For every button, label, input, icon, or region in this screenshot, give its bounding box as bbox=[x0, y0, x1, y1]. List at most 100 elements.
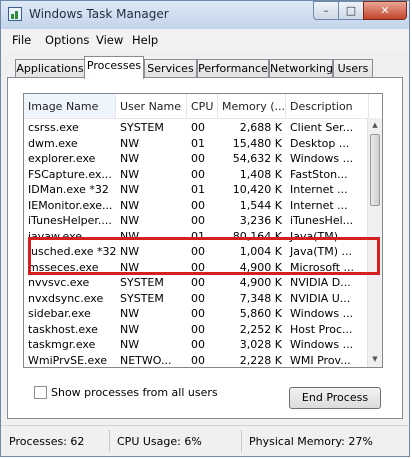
task-manager-icon bbox=[8, 7, 22, 21]
minimize-button[interactable]: – bbox=[313, 1, 339, 20]
process-list[interactable]: Image Name User Name CPU Memory (... Des… bbox=[23, 93, 383, 368]
tab-processes[interactable]: Processes bbox=[84, 56, 144, 79]
tab-applications[interactable]: Applications bbox=[15, 59, 85, 78]
column-description[interactable]: Description bbox=[286, 94, 369, 118]
cell-desc: FastSton... bbox=[290, 167, 348, 181]
close-button[interactable]: ✕ bbox=[363, 1, 407, 20]
cell-user: SYSTEM bbox=[120, 291, 164, 305]
scroll-thumb[interactable] bbox=[370, 134, 380, 206]
table-row[interactable]: iTunesHelper.... NW 00 3,236 K iTunesHel... bbox=[24, 213, 369, 229]
window-title: Windows Task Manager bbox=[29, 7, 169, 21]
status-memory: Physical Memory: 27% bbox=[249, 435, 373, 448]
menu-help[interactable]: Help bbox=[132, 33, 158, 47]
menu-view[interactable]: View bbox=[96, 33, 123, 47]
column-memory[interactable]: Memory (... bbox=[218, 94, 286, 118]
cell-desc: Desktop ... bbox=[290, 136, 350, 150]
cell-cpu: 00 bbox=[191, 214, 205, 227]
table-row[interactable]: IDMan.exe *32 NW 01 10,420 K Internet ... bbox=[24, 182, 369, 198]
cell-user: SYSTEM bbox=[120, 121, 164, 134]
maximize-button[interactable]: □ bbox=[338, 1, 364, 20]
cell-cpu: 00 bbox=[191, 260, 205, 274]
cell-mem: 2,252 K bbox=[239, 322, 282, 336]
cell-cpu: 00 bbox=[191, 338, 205, 351]
cell-user: NW bbox=[120, 214, 140, 227]
status-separator bbox=[109, 430, 110, 452]
cell-desc: Microsoft ... bbox=[290, 260, 355, 274]
cell-name: iTunesHelper.... bbox=[28, 214, 112, 227]
cell-user: NETWO... bbox=[120, 353, 172, 367]
cell-user: NW bbox=[120, 167, 140, 181]
cell-mem: 10,420 K bbox=[232, 183, 282, 196]
cell-cpu: 00 bbox=[191, 167, 205, 181]
menu-options[interactable]: Options bbox=[45, 33, 89, 47]
scroll-up-icon[interactable]: ▲ bbox=[368, 118, 382, 133]
table-row[interactable]: taskhost.exe NW 00 2,252 K Host Proc... bbox=[24, 322, 369, 338]
cell-name: jusched.exe *32 bbox=[28, 245, 116, 258]
table-row[interactable]: csrss.exe SYSTEM 00 2,688 K Client Ser... bbox=[24, 120, 369, 136]
cell-desc: Windows ... bbox=[290, 152, 354, 165]
cell-desc: iTunesHel... bbox=[290, 214, 354, 227]
cell-mem: 4,900 K bbox=[239, 276, 282, 289]
cell-user: NW bbox=[120, 322, 140, 336]
cell-mem: 54,632 K bbox=[232, 152, 282, 165]
cell-desc: Java(TM) ... bbox=[290, 229, 353, 243]
column-image-name[interactable]: Image Name bbox=[24, 94, 116, 118]
status-bar: Processes: 62 CPU Usage: 6% Physical Mem… bbox=[1, 425, 409, 456]
table-row[interactable]: WmiPrvSE.exe NETWO... 00 2,228 K WMI Prov... bbox=[24, 353, 369, 368]
cell-mem: 3,028 K bbox=[239, 338, 282, 351]
table-row[interactable]: FSCapture.ex... NW 00 1,408 K FastSton... bbox=[24, 167, 369, 183]
cell-desc: NVIDIA D... bbox=[290, 276, 351, 289]
table-row[interactable]: dwm.exe NW 01 15,480 K Desktop ... bbox=[24, 136, 369, 152]
cell-cpu: 00 bbox=[191, 152, 205, 165]
cell-desc: Windows ... bbox=[290, 307, 354, 320]
client-area: Applications Processes Services Performa… bbox=[1, 51, 409, 425]
table-row[interactable]: sidebar.exe NW 00 5,860 K Windows ... bbox=[24, 306, 369, 322]
table-row[interactable]: nvxdsync.exe SYSTEM 00 7,348 K NVIDIA U... bbox=[24, 291, 369, 307]
cell-user: NW bbox=[120, 183, 140, 196]
cell-name: dwm.exe bbox=[28, 136, 78, 150]
cell-mem: 2,228 K bbox=[239, 353, 282, 367]
cell-mem: 1,004 K bbox=[239, 245, 282, 258]
table-row[interactable]: jusched.exe *32 NW 00 1,004 K Java(TM) ... bbox=[24, 244, 369, 260]
cell-desc: Windows ... bbox=[290, 338, 354, 351]
column-user-name[interactable]: User Name bbox=[116, 94, 187, 118]
show-all-checkbox[interactable] bbox=[34, 386, 47, 399]
cell-mem: 3,236 K bbox=[239, 214, 282, 227]
table-row[interactable]: msseces.exe NW 00 4,900 K Microsoft ... bbox=[24, 260, 369, 276]
cell-name: sidebar.exe bbox=[28, 307, 91, 320]
tab-services[interactable]: Services bbox=[144, 59, 197, 78]
column-cpu[interactable]: CPU bbox=[187, 94, 218, 118]
menu-file[interactable]: File bbox=[12, 33, 31, 47]
cell-user: NW bbox=[120, 198, 140, 212]
table-row[interactable]: nvvsvc.exe SYSTEM 00 4,900 K NVIDIA D... bbox=[24, 275, 369, 291]
cell-cpu: 00 bbox=[191, 121, 205, 134]
cell-cpu: 00 bbox=[191, 245, 205, 258]
table-row[interactable]: IEMonitor.exe... NW 00 1,544 K Internet ... bbox=[24, 198, 369, 214]
title-bar[interactable]: Windows Task Manager – □ ✕ bbox=[1, 1, 409, 29]
scroll-down-icon[interactable]: ▼ bbox=[368, 352, 382, 367]
cell-desc: Client Ser... bbox=[290, 121, 354, 134]
tab-performance[interactable]: Performance bbox=[197, 59, 269, 78]
tab-users[interactable]: Users bbox=[333, 59, 373, 78]
cell-name: IDMan.exe *32 bbox=[28, 183, 109, 196]
cell-mem: 1,544 K bbox=[239, 198, 282, 212]
table-row[interactable]: javaw.exe NW 01 80,164 K Java(TM) ... bbox=[24, 229, 369, 245]
cell-name: msseces.exe bbox=[28, 260, 99, 274]
cell-name: FSCapture.ex... bbox=[28, 167, 112, 181]
cell-name: nvxdsync.exe bbox=[28, 291, 104, 305]
cell-mem: 5,860 K bbox=[239, 307, 282, 320]
cell-user: NW bbox=[120, 136, 140, 150]
cell-user: NW bbox=[120, 307, 140, 320]
cell-mem: 1,408 K bbox=[239, 167, 282, 181]
cell-desc: Internet ... bbox=[290, 198, 348, 212]
end-process-button[interactable]: End Process bbox=[289, 387, 381, 409]
tab-networking[interactable]: Networking bbox=[269, 59, 333, 78]
table-row[interactable]: taskmgr.exe NW 00 3,028 K Windows ... bbox=[24, 337, 369, 353]
cell-mem: 4,900 K bbox=[239, 260, 282, 274]
cell-cpu: 01 bbox=[191, 136, 205, 150]
cell-mem: 2,688 K bbox=[239, 121, 282, 134]
menu-bar: File Options View Help bbox=[1, 29, 409, 52]
vertical-scrollbar[interactable]: ▲ ▼ bbox=[367, 118, 382, 367]
table-row[interactable]: explorer.exe NW 00 54,632 K Windows ... bbox=[24, 151, 369, 167]
cell-desc: NVIDIA U... bbox=[290, 291, 351, 305]
